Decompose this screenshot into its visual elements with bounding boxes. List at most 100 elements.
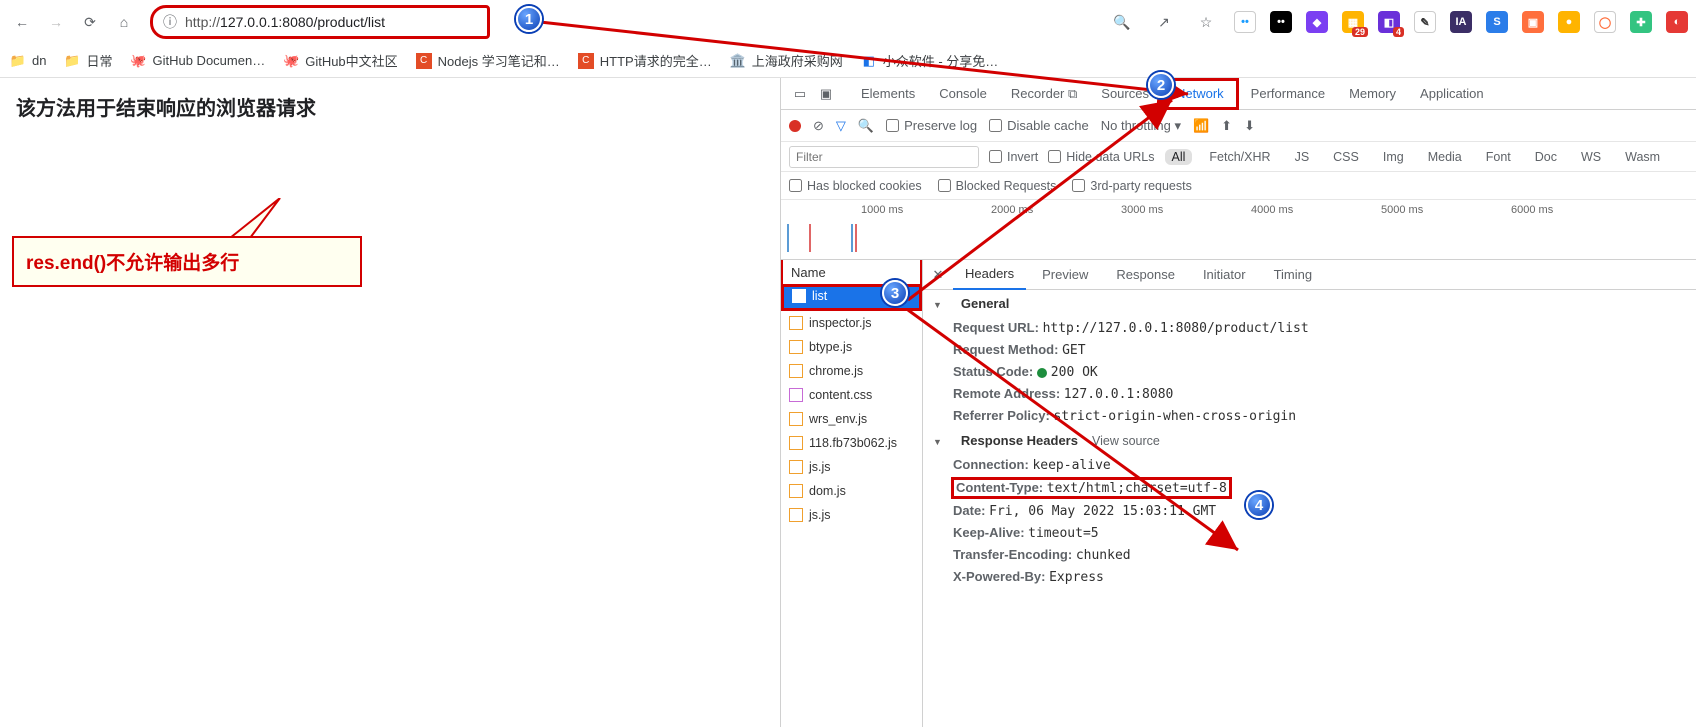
file-icon	[789, 412, 803, 426]
bookmark-label: GitHub中文社区	[305, 51, 397, 70]
clear-button[interactable]: ⊘	[813, 118, 824, 134]
kv-row: Connection: keep-alive	[923, 454, 1696, 476]
extension-icon[interactable]: ••	[1270, 11, 1292, 33]
request-row[interactable]: js.js	[781, 455, 922, 479]
site-info-icon[interactable]: ⓘ	[163, 12, 177, 32]
request-row[interactable]: btype.js	[781, 335, 922, 359]
file-icon	[789, 460, 803, 474]
type-pill[interactable]: Img	[1376, 149, 1411, 165]
url-scheme: http://	[185, 14, 220, 30]
bookmark-item[interactable]: CNodejs 学习笔记和…	[416, 51, 560, 70]
bookmark-item[interactable]: ◧小众软件 - 分享免…	[861, 51, 999, 70]
tab-memory[interactable]: Memory	[1337, 78, 1408, 110]
type-pill[interactable]: Fetch/XHR	[1202, 149, 1277, 165]
filter-input[interactable]	[789, 146, 979, 168]
request-row[interactable]: chrome.js	[781, 359, 922, 383]
disable-cache-checkbox[interactable]: Disable cache	[989, 118, 1089, 133]
tab-elements[interactable]: Elements	[849, 78, 927, 110]
request-list: Name list inspector.js btype.js chrome.j…	[781, 260, 923, 727]
home-button[interactable]: ⌂	[110, 8, 138, 36]
bookmark-item[interactable]: C HTTP请求的完全…	[578, 51, 712, 70]
bookmark-item[interactable]: 📁dn	[10, 53, 46, 69]
extension-icon[interactable]: S	[1486, 11, 1508, 33]
detail-tab-headers[interactable]: Headers	[953, 260, 1026, 290]
request-row[interactable]: 118.fb73b062.js	[781, 431, 922, 455]
bookmark-item[interactable]: 🐙GitHub Documen…	[130, 53, 265, 69]
request-name: content.css	[809, 388, 872, 402]
type-pill[interactable]: Font	[1479, 149, 1518, 165]
inspect-element-icon[interactable]: ▭	[787, 86, 813, 102]
file-icon	[792, 289, 806, 303]
request-row[interactable]: wrs_env.js	[781, 407, 922, 431]
extension-icon[interactable]: ◆	[1306, 11, 1328, 33]
request-name: btype.js	[809, 340, 852, 354]
detail-tab-response[interactable]: Response	[1104, 260, 1187, 290]
favicon: C	[578, 53, 594, 69]
request-name: js.js	[809, 508, 831, 522]
type-pill[interactable]: Media	[1421, 149, 1469, 165]
extension-icon[interactable]: ▣	[1522, 11, 1544, 33]
tab-performance[interactable]: Performance	[1239, 78, 1337, 110]
extension-icon[interactable]: ●	[1558, 11, 1580, 33]
view-source-link[interactable]: View source	[1092, 434, 1160, 448]
extension-icon[interactable]: ◯	[1594, 11, 1616, 33]
forward-button[interactable]: →	[42, 8, 70, 36]
extension-icon[interactable]: ◐	[1666, 11, 1688, 33]
type-pill[interactable]: CSS	[1326, 149, 1366, 165]
address-bar[interactable]: ⓘ http://127.0.0.1:8080/product/list	[150, 5, 490, 39]
back-button[interactable]: ←	[8, 8, 36, 36]
network-conditions-icon[interactable]: 📶	[1193, 118, 1209, 134]
type-pill[interactable]: WS	[1574, 149, 1608, 165]
tab-console[interactable]: Console	[927, 78, 999, 110]
extension-icon[interactable]: ◧4	[1378, 11, 1400, 33]
detail-tab-timing[interactable]: Timing	[1262, 260, 1325, 290]
extension-icon[interactable]: IA	[1450, 11, 1472, 33]
file-icon	[789, 388, 803, 402]
throttling-select[interactable]: No throttling ▾	[1101, 118, 1181, 134]
download-har-icon[interactable]: ⬇	[1244, 118, 1255, 134]
invert-checkbox[interactable]: Invert	[989, 150, 1038, 164]
blocked-requests-checkbox[interactable]: Blocked Requests	[938, 179, 1057, 193]
third-party-checkbox[interactable]: 3rd-party requests	[1072, 179, 1191, 193]
share-icon[interactable]: ↗	[1150, 8, 1178, 36]
network-overview[interactable]: 1000 ms 2000 ms 3000 ms 4000 ms 5000 ms …	[781, 200, 1696, 260]
reload-button[interactable]: ⟳	[76, 8, 104, 36]
bookmark-star-icon[interactable]: ☆	[1192, 8, 1220, 36]
zoom-icon[interactable]: 🔍	[1108, 8, 1136, 36]
extension-icon[interactable]: ▦29	[1342, 11, 1364, 33]
search-icon[interactable]: 🔍	[858, 118, 874, 134]
general-section-header[interactable]: General	[923, 290, 1696, 317]
close-detail-button[interactable]: ✕	[927, 267, 949, 283]
tab-application[interactable]: Application	[1408, 78, 1496, 110]
extension-icon[interactable]: ✚	[1630, 11, 1652, 33]
tab-recorder[interactable]: Recorder ⧉	[999, 78, 1089, 110]
blocked-cookies-checkbox[interactable]: Has blocked cookies	[789, 179, 922, 193]
type-pill[interactable]: Doc	[1528, 149, 1564, 165]
bookmark-item[interactable]: 🏛️上海政府采购网	[730, 51, 843, 70]
bookmark-label: 小众软件 - 分享免…	[883, 51, 999, 70]
browser-toolbar: ← → ⟳ ⌂ ⓘ http://127.0.0.1:8080/product/…	[0, 0, 1696, 44]
upload-har-icon[interactable]: ⬆	[1221, 118, 1232, 134]
bookmark-label: HTTP请求的完全…	[600, 51, 712, 70]
bookmark-label: 日常	[86, 51, 112, 70]
bookmark-item[interactable]: 🐙GitHub中文社区	[283, 51, 397, 70]
request-row[interactable]: inspector.js	[781, 311, 922, 335]
request-row[interactable]: dom.js	[781, 479, 922, 503]
type-pill[interactable]: Wasm	[1618, 149, 1667, 165]
filter-toggle-icon[interactable]: ▽	[836, 118, 846, 134]
request-row[interactable]: content.css	[781, 383, 922, 407]
preserve-log-checkbox[interactable]: Preserve log	[886, 118, 977, 133]
detail-tab-preview[interactable]: Preview	[1030, 260, 1100, 290]
detail-tab-initiator[interactable]: Initiator	[1191, 260, 1258, 290]
overview-tick: 3000 ms	[1121, 204, 1163, 216]
bookmark-item[interactable]: 📁日常	[64, 51, 112, 70]
eyedropper-icon[interactable]: ✎	[1414, 11, 1436, 33]
type-pill-all[interactable]: All	[1165, 149, 1193, 165]
type-pill[interactable]: JS	[1288, 149, 1317, 165]
request-row[interactable]: js.js	[781, 503, 922, 527]
record-button[interactable]	[789, 120, 801, 132]
extension-icon[interactable]: ••	[1234, 11, 1256, 33]
device-toolbar-icon[interactable]: ▣	[813, 86, 839, 102]
response-headers-section-header[interactable]: Response HeadersView source	[923, 427, 1696, 454]
hide-data-urls-checkbox[interactable]: Hide data URLs	[1048, 150, 1154, 164]
